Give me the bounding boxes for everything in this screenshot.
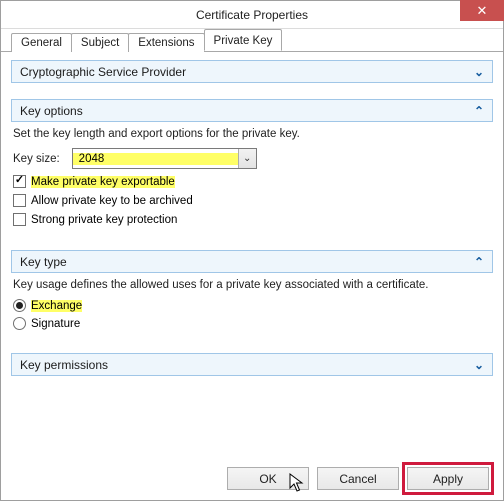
section-key-type[interactable]: Key type ⌃ <box>11 250 493 273</box>
tab-panel-private-key: Cryptographic Service Provider ⌄ Key opt… <box>1 52 503 376</box>
section-key-permissions-label: Key permissions <box>20 358 108 372</box>
title-bar: Certificate Properties ✕ <box>1 1 503 29</box>
radio-signature-label: Signature <box>31 318 80 330</box>
apply-button[interactable]: Apply <box>407 467 489 490</box>
checkbox-exportable-label: Make private key exportable <box>31 176 175 188</box>
key-size-value: 2048 <box>73 153 238 165</box>
tab-general[interactable]: General <box>11 33 72 52</box>
section-key-permissions[interactable]: Key permissions ⌄ <box>11 353 493 376</box>
window-title: Certificate Properties <box>1 8 503 22</box>
radio-signature-row[interactable]: Signature <box>13 317 491 330</box>
checkbox-archive-row[interactable]: Allow private key to be archived <box>13 194 491 207</box>
key-size-label: Key size: <box>13 153 60 165</box>
checkbox-exportable-row[interactable]: Make private key exportable <box>13 175 491 188</box>
close-icon: ✕ <box>477 4 488 17</box>
key-options-description: Set the key length and export options fo… <box>13 128 491 140</box>
ok-button[interactable]: OK <box>227 467 309 490</box>
radio-exchange-label: Exchange <box>31 300 82 312</box>
chevron-down-icon: ⌄ <box>474 358 484 372</box>
checkbox-strong-label: Strong private key protection <box>31 214 177 226</box>
certificate-properties-dialog: Certificate Properties ✕ General Subject… <box>0 0 504 501</box>
cancel-button[interactable]: Cancel <box>317 467 399 490</box>
section-key-options[interactable]: Key options ⌃ <box>11 99 493 122</box>
chevron-up-icon: ⌃ <box>474 255 484 269</box>
section-key-options-label: Key options <box>20 104 83 118</box>
checkbox-exportable[interactable] <box>13 175 26 188</box>
tab-private-key[interactable]: Private Key <box>204 29 283 51</box>
dialog-button-bar: OK Cancel Apply <box>227 467 489 490</box>
radio-signature[interactable] <box>13 317 26 330</box>
chevron-down-icon: ⌄ <box>474 65 484 79</box>
key-size-row: Key size: 2048 ⌄ <box>13 148 491 169</box>
dropdown-arrow-icon: ⌄ <box>238 149 256 168</box>
key-size-select[interactable]: 2048 ⌄ <box>72 148 257 169</box>
tab-extensions[interactable]: Extensions <box>128 33 204 52</box>
checkbox-archive[interactable] <box>13 194 26 207</box>
radio-exchange[interactable] <box>13 299 26 312</box>
section-csp[interactable]: Cryptographic Service Provider ⌄ <box>11 60 493 83</box>
checkbox-strong-row[interactable]: Strong private key protection <box>13 213 491 226</box>
radio-exchange-row[interactable]: Exchange <box>13 299 491 312</box>
checkbox-archive-label: Allow private key to be archived <box>31 195 193 207</box>
tab-subject[interactable]: Subject <box>71 33 129 52</box>
close-button[interactable]: ✕ <box>460 0 504 21</box>
section-key-type-label: Key type <box>20 255 67 269</box>
key-type-description: Key usage defines the allowed uses for a… <box>13 279 491 291</box>
section-csp-label: Cryptographic Service Provider <box>20 65 186 79</box>
chevron-up-icon: ⌃ <box>474 104 484 118</box>
checkbox-strong[interactable] <box>13 213 26 226</box>
tab-strip: General Subject Extensions Private Key <box>1 29 503 52</box>
